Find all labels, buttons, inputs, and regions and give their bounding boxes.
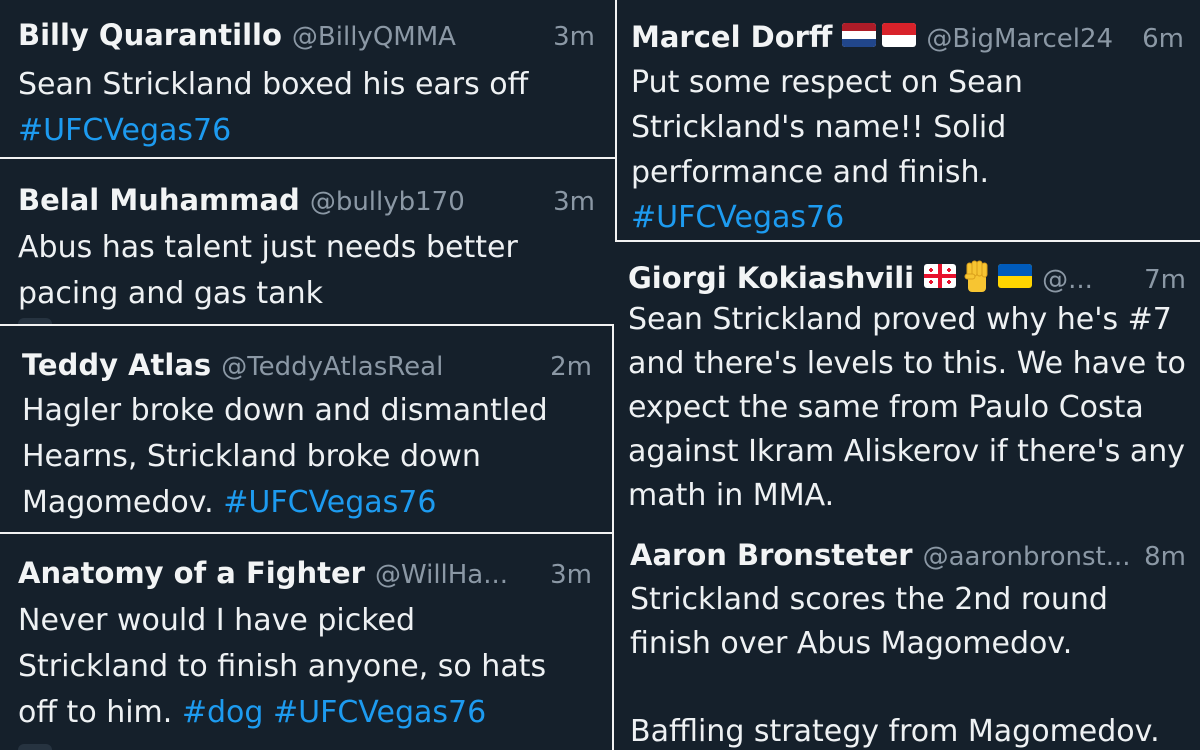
- raised-fist-icon: [964, 260, 988, 292]
- tweet-text-line: Hagler broke down and dismantled: [22, 393, 548, 428]
- tweet-text-line: Strickland's name!! Solid: [631, 110, 1007, 145]
- tweet-card-anatomy-of-a-fighter[interactable]: Anatomy of a Fighter @WillHa... 3m Never…: [0, 534, 612, 750]
- author-name[interactable]: Giorgi Kokiashvili: [628, 261, 914, 295]
- tweet-text-line: expect the same from Paulo Costa: [628, 390, 1144, 425]
- reply-icon[interactable]: [18, 318, 52, 324]
- tweet-text-line: pacing and gas tank: [18, 276, 323, 311]
- tweet-text: Never would I have picked Strickland to …: [18, 598, 598, 736]
- name-emojis: [842, 23, 917, 47]
- tweet-header: Teddy Atlas @TeddyAtlasReal 2m: [22, 348, 592, 382]
- hashtag-link[interactable]: #dog: [182, 695, 264, 730]
- tweet-header: Anatomy of a Fighter @WillHa... 3m: [18, 556, 592, 590]
- author-name[interactable]: Billy Quarantillo: [18, 18, 282, 52]
- tweet-header: Aaron Bronsteter @aaronbronst... 8m: [630, 538, 1186, 572]
- tweet-text: Strickland scores the 2nd round finish o…: [630, 578, 1186, 750]
- tweet-header: Marcel Dorff @BigMarcel24 6m: [631, 20, 1184, 54]
- tweet-text-line: off to him. #dog #UFCVegas76: [18, 690, 598, 736]
- netherlands-flag-icon: [842, 23, 877, 47]
- reply-icon[interactable]: [18, 744, 52, 750]
- indonesia-flag-icon: [882, 23, 917, 47]
- tweet-text-line: against Ikram Aliskerov if there's any: [628, 434, 1186, 469]
- tweet-timestamp[interactable]: 7m: [1144, 265, 1186, 295]
- author-handle[interactable]: @WillHa...: [375, 560, 538, 590]
- tweet-timestamp[interactable]: 6m: [1142, 24, 1184, 54]
- tweet-text-line: and there's levels to this. We have to: [628, 346, 1186, 381]
- author-name[interactable]: Belal Muhammad: [18, 183, 300, 217]
- tweet-text: Sean Strickland boxed his ears off #UFCV…: [18, 62, 601, 154]
- tweet-text-line: Strickland to finish anyone, so hats: [18, 649, 547, 684]
- tweet-text-line: math in MMA.: [628, 478, 835, 513]
- tweet-timestamp[interactable]: 2m: [550, 352, 592, 382]
- tweet-text-line: Hearns, Strickland broke down: [22, 439, 481, 474]
- author-name[interactable]: Marcel Dorff: [631, 20, 832, 54]
- tweet-text-line: Baffling strategy from Magomedov.: [630, 714, 1160, 749]
- tweet-text-line: Never would I have picked: [18, 603, 416, 638]
- tweet-card-belal-muhammad[interactable]: Belal Muhammad @bullyb170 3m Abus has ta…: [0, 159, 615, 324]
- hashtag-link[interactable]: #UFCVegas76: [18, 108, 601, 154]
- tweet-text-spacer: [630, 666, 1186, 710]
- tweet-card-billy-quarantillo[interactable]: Billy Quarantillo @BillyQMMA 3m Sean Str…: [0, 0, 615, 157]
- author-handle[interactable]: @BillyQMMA: [292, 22, 541, 52]
- tweet-text-fragment: off to him.: [18, 695, 173, 730]
- hashtag-link[interactable]: #UFCVegas76: [223, 485, 436, 520]
- tweet-text-line: Sean Strickland proved why he's #7: [628, 302, 1172, 337]
- tweet-text-line: Sean Strickland boxed his ears off: [18, 67, 529, 102]
- author-name[interactable]: Teddy Atlas: [22, 348, 211, 382]
- ukraine-flag-icon: [998, 264, 1033, 288]
- tweet-text-line: finish over Abus Magomedov.: [630, 626, 1073, 661]
- author-handle[interactable]: @TeddyAtlasReal: [221, 352, 538, 382]
- tweet-timestamp[interactable]: 3m: [553, 22, 595, 52]
- author-name[interactable]: Anatomy of a Fighter: [18, 556, 365, 590]
- tweet-text: Hagler broke down and dismantled Hearns,…: [22, 388, 598, 526]
- tweet-text: Sean Strickland proved why he's #7 and t…: [628, 298, 1186, 518]
- georgia-flag-icon: [924, 264, 957, 288]
- tweet-card-giorgi-kokiashvili[interactable]: Giorgi Kokiashvili @... 7m Sean Strickla…: [614, 242, 1200, 522]
- author-handle[interactable]: @bullyb170: [310, 187, 541, 217]
- tweet-text-line: Put some respect on Sean: [631, 65, 1023, 100]
- tweet-text: Put some respect on Sean Strickland's na…: [631, 60, 1186, 240]
- hashtag-link[interactable]: #UFCVegas76: [631, 195, 1186, 240]
- tweet-card-teddy-atlas[interactable]: Teddy Atlas @TeddyAtlasReal 2m Hagler br…: [0, 326, 612, 532]
- hashtag-link[interactable]: #UFCVegas76: [273, 695, 486, 730]
- name-emojis: [924, 260, 1033, 292]
- tweet-header: Billy Quarantillo @BillyQMMA 3m: [18, 18, 595, 52]
- tweet-timestamp[interactable]: 8m: [1144, 542, 1186, 572]
- tweet-card-marcel-dorff[interactable]: Marcel Dorff @BigMarcel24 6m Put some re…: [617, 0, 1200, 240]
- author-name[interactable]: Aaron Bronsteter: [630, 538, 913, 572]
- tweet-text-line: Strickland scores the 2nd round: [630, 582, 1108, 617]
- tweet-text-line: performance and finish.: [631, 155, 990, 190]
- tweet-header: Belal Muhammad @bullyb170 3m: [18, 183, 595, 217]
- tweet-timestamp[interactable]: 3m: [550, 560, 592, 590]
- tweet-text-line: Magomedov. #UFCVegas76: [22, 480, 598, 526]
- tweet-text: Abus has talent just needs better pacing…: [18, 225, 601, 317]
- tweet-timestamp[interactable]: 3m: [553, 187, 595, 217]
- author-handle[interactable]: @...: [1042, 265, 1132, 295]
- author-handle[interactable]: @BigMarcel24: [926, 24, 1130, 54]
- author-handle[interactable]: @aaronbronst...: [923, 542, 1133, 572]
- tweet-card-aaron-bronsteter[interactable]: Aaron Bronsteter @aaronbronst... 8m Stri…: [614, 522, 1200, 750]
- tweet-text-fragment: Magomedov.: [22, 485, 214, 520]
- tweet-text-line: Abus has talent just needs better: [18, 230, 518, 265]
- tweet-header: Giorgi Kokiashvili @... 7m: [628, 260, 1186, 295]
